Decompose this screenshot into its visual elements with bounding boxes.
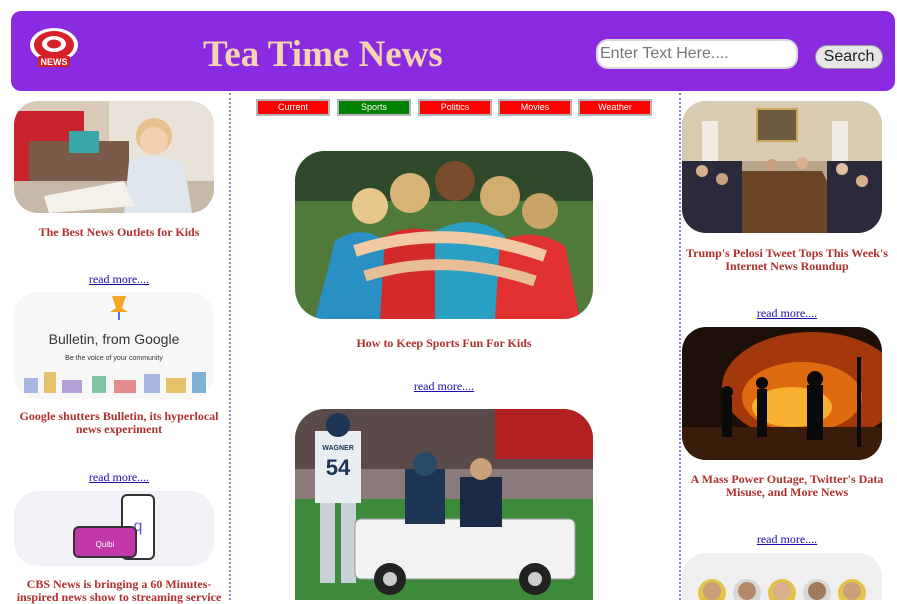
football-cart-image[interactable]: WAGNER 54 <box>295 409 593 600</box>
jersey-name: WAGNER <box>322 445 354 452</box>
site-title: Tea Time News <box>203 34 443 75</box>
search-input[interactable] <box>596 39 798 69</box>
read-more-link[interactable]: read more.... <box>14 470 224 485</box>
center-column: Current Sports Politics Movies Weather H… <box>229 93 681 600</box>
article-title[interactable]: A Mass Power Outage, Twitter's Data Misu… <box>682 473 892 499</box>
wildfire-image[interactable] <box>682 327 882 460</box>
bulletin-image[interactable]: Bulletin, from Google Be the voice of yo… <box>14 292 214 399</box>
tab-sports[interactable]: Sports <box>337 99 411 116</box>
quibi-image[interactable]: q Quibi <box>14 491 214 566</box>
category-nav: Current Sports Politics Movies Weather <box>256 99 676 117</box>
bulletin-heading: Bulletin, from Google <box>49 331 180 347</box>
kid-reading-image[interactable] <box>14 101 214 213</box>
bulletin-caption: Be the voice of your community <box>65 355 163 362</box>
tab-politics[interactable]: Politics <box>418 99 492 116</box>
site-header: NEWS Tea Time News Search <box>11 11 895 91</box>
kids-huddle-image[interactable] <box>295 151 593 319</box>
read-more-link[interactable]: read more.... <box>682 532 892 547</box>
faces-image[interactable] <box>682 553 882 600</box>
article-title[interactable]: Google shutters Bulletin, its hyperlocal… <box>14 410 224 436</box>
cabinet-meeting-image[interactable] <box>682 101 882 233</box>
tab-movies[interactable]: Movies <box>498 99 572 116</box>
article-title[interactable]: How to Keep Sports Fun For Kids <box>295 337 593 350</box>
article-title[interactable]: CBS News is bringing a 60 Minutes-inspir… <box>14 578 224 604</box>
dd-news-logo[interactable]: NEWS <box>29 27 79 69</box>
article-title[interactable]: Trump's Pelosi Tweet Tops This Week's In… <box>682 247 892 273</box>
tab-current[interactable]: Current <box>256 99 330 116</box>
read-more-link[interactable]: read more.... <box>682 306 892 321</box>
read-more-link[interactable]: read more.... <box>295 379 593 394</box>
tab-weather[interactable]: Weather <box>578 99 652 116</box>
search-button[interactable]: Search <box>815 45 883 69</box>
jersey-number: 54 <box>326 455 351 480</box>
quibi-label: Quibi <box>96 540 115 549</box>
article-title[interactable]: The Best News Outlets for Kids <box>14 226 224 239</box>
read-more-link[interactable]: read more.... <box>14 272 224 287</box>
logo-text: NEWS <box>41 57 68 67</box>
